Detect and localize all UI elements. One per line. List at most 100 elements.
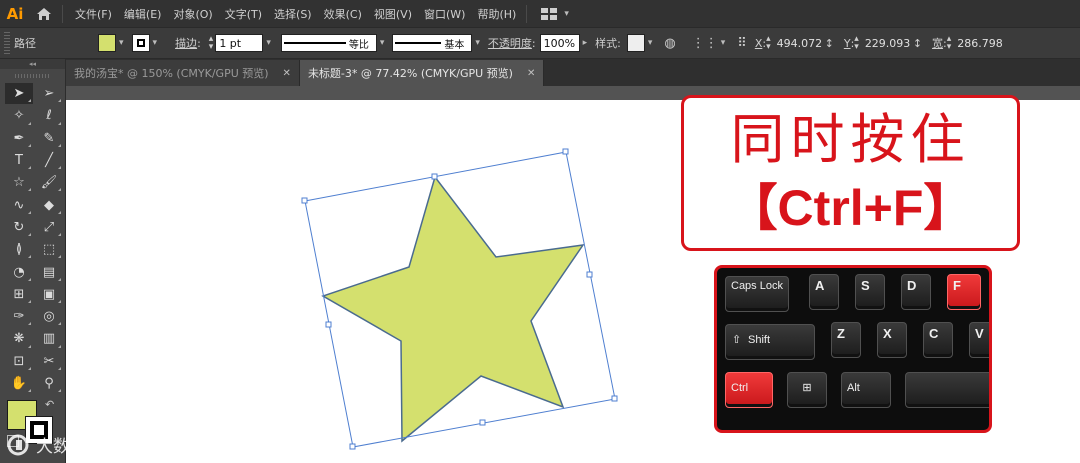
stroke-weight-input[interactable]: 1 pt [215,34,264,52]
menu-effect[interactable]: 效果(C) [318,6,368,22]
artboard-tool-icon[interactable]: ⊡ [5,351,33,372]
callout-shortcut: 【Ctrl+F】 [727,180,974,236]
eyedropper-tool-icon[interactable]: ✑ [5,306,33,327]
key-a: A [809,274,839,310]
key-s: S [855,274,885,310]
panel-grip[interactable] [4,32,10,54]
width-input[interactable]: 286.798 [953,34,1006,52]
brush-preview [395,42,442,44]
reference-point-icon[interactable]: ⠿ [737,36,747,51]
shape-builder-tool-icon[interactable]: ◔ [5,261,33,282]
opacity-label[interactable]: 不透明度 [488,35,532,51]
watermark-text: 大数跨境 [36,437,104,457]
width-label: 宽 [932,37,944,50]
menu-type[interactable]: 文字(T) [219,6,268,22]
stepper-icon[interactable]: ▴ ▾ [947,35,952,52]
menu-bar: Ai 文件(F) 编辑(E) 对象(O) 文字(T) 选择(S) 效果(C) 视… [0,0,1080,27]
key-d: D [901,274,931,310]
x-coordinate-input[interactable]: 494.072 [772,34,825,52]
y-label: Y [843,36,851,50]
gradient-tool-icon[interactable]: ▣ [35,284,63,305]
free-transform-tool-icon[interactable]: ⬚ [35,239,63,260]
close-icon[interactable]: ✕ [527,68,535,79]
object-type-label: 路径 [14,37,36,50]
recolor-artwork-icon[interactable]: ◍ [664,36,675,51]
eraser-tool-icon[interactable]: ◆ [35,194,63,215]
chevron-down-icon[interactable]: ▾ [475,38,480,48]
panel-grip[interactable] [0,69,65,83]
chevron-down-icon[interactable]: ▾ [721,38,726,48]
menu-help[interactable]: 帮助(H) [471,6,522,22]
chevron-down-icon[interactable]: ▾ [119,38,124,48]
blend-tool-icon[interactable]: ◎ [35,306,63,327]
scale-tool-icon[interactable]: ⤢ [35,217,63,238]
type-tool-icon[interactable]: T [5,150,33,171]
slice-tool-icon[interactable]: ✂ [35,351,63,372]
key-ctrl: Ctrl [725,372,773,408]
width-tool-icon[interactable]: ≬ [5,239,33,260]
panel-collapse-handle[interactable]: ◂◂ [0,59,65,69]
stepper-icon[interactable]: ▴ ▾ [209,35,214,52]
graphic-style-swatch[interactable] [626,34,645,52]
menu-edit[interactable]: 编辑(E) [118,6,168,22]
swap-fill-stroke-icon[interactable]: ↶ [45,398,54,411]
key-space [905,372,989,408]
tab-document-1[interactable]: 我的汤宝* @ 150% (CMYK/GPU 预览) ✕ [66,60,300,86]
chevron-down-icon[interactable]: ▾ [153,38,158,48]
curvature-tool-icon[interactable]: ✎ [35,128,63,149]
pen-tool-icon[interactable]: ✒ [5,128,33,149]
mesh-tool-icon[interactable]: ⊞ [5,284,33,305]
home-icon[interactable] [30,0,58,27]
paintbrush-tool-icon[interactable]: 🖌 [35,172,63,193]
layout-grid-icon [541,7,558,20]
hand-tool-icon[interactable]: ✋ [5,373,33,394]
lasso-tool-icon[interactable]: ℓ [35,105,63,126]
perspective-grid-tool-icon[interactable]: ▤ [35,261,63,282]
chevron-down-icon[interactable]: ▾ [648,38,653,48]
stroke-label[interactable]: 描边 [175,35,197,51]
menu-select[interactable]: 选择(S) [268,6,318,22]
magic-wand-tool-icon[interactable]: ✧ [5,105,33,126]
star-shape[interactable] [321,175,585,443]
menu-file[interactable]: 文件(F) [69,6,118,22]
zoom-tool-icon[interactable]: ⚲ [35,373,63,394]
tab-document-2[interactable]: 未标题-3* @ 77.42% (CMYK/GPU 预览) ✕ [299,60,545,86]
brush-definition[interactable]: 基本 [392,34,473,52]
style-label: 样式 [595,37,618,50]
fill-swatch[interactable] [98,34,116,52]
close-icon[interactable]: ✕ [283,68,291,79]
menu-object[interactable]: 对象(O) [167,6,218,22]
shift-arrow-icon: ⇧ [732,334,742,346]
y-coordinate-input[interactable]: 229.093 [860,34,913,52]
tab-label: 我的汤宝* @ 150% (CMYK/GPU 预览) [74,67,269,80]
shaper-tool-icon[interactable]: ∿ [5,194,33,215]
align-options-icon[interactable]: ⋮⋮ [692,36,718,51]
chevron-down-icon[interactable]: ▾ [380,38,385,48]
stroke-swatch[interactable] [131,34,150,52]
app-logo[interactable]: Ai [0,5,30,23]
chevron-down-icon[interactable]: ▾ [266,38,271,48]
stepper-icon[interactable]: ▴ ▾ [854,35,859,52]
callout-title: 同时按住 [730,108,971,171]
stepper-icon[interactable]: ▴ ▾ [766,35,771,52]
chevron-right-icon[interactable]: ▸ [583,38,588,48]
selection-tool-icon[interactable]: ➤ [5,83,33,105]
menu-view[interactable]: 视图(V) [368,6,418,22]
tool-grid: ➤ ➢ ✧ ℓ ✒ ✎ T ╱ ☆ 🖌 ∿ ◆ ↻ ⤢ ≬ ⬚ ◔ ▤ ⊞ ▣ ✑ ◎ ❋ ▥ ⊡ ✂ ✋ ⚲ [0,83,65,394]
symbol-sprayer-tool-icon[interactable]: ❋ [5,328,33,349]
workspace-switcher[interactable]: ▾ [541,7,569,20]
direct-selection-tool-icon[interactable]: ➢ [35,83,63,104]
watermark: 大数跨境 [6,432,104,457]
keyboard-illustration: Caps Lock A S D F ⇧ Shift Z X C V Ctrl ⊞… [714,265,992,433]
key-caps-lock: Caps Lock [725,276,789,312]
key-shift: ⇧ Shift [725,324,815,360]
control-bar: 路径 ▾ ▾ 描边 : ▴ ▾ 1 pt ▾ 等比 ▾ 基本 ▾ 不透明度 : 1… [0,27,1080,59]
variable-width-profile[interactable]: 等比 [280,34,377,52]
tab-label: 未标题-3* @ 77.42% (CMYK/GPU 预览) [307,67,513,80]
column-graph-tool-icon[interactable]: ▥ [35,328,63,349]
opacity-input[interactable]: 100% [539,34,580,52]
rotate-tool-icon[interactable]: ↻ [5,217,33,238]
menu-window[interactable]: 窗口(W) [418,6,471,22]
star-tool-icon[interactable]: ☆ [5,172,33,193]
line-segment-tool-icon[interactable]: ╱ [35,150,63,171]
